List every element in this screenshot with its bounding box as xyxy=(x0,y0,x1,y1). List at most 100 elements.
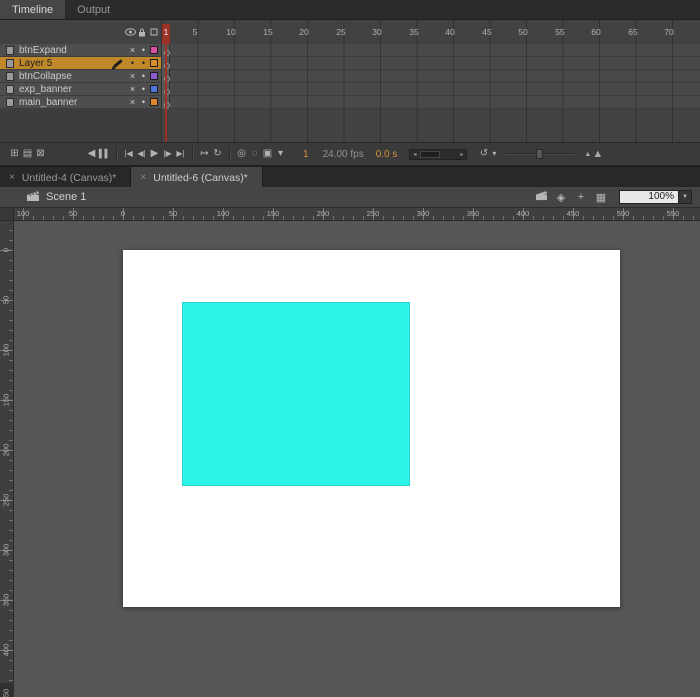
outline-all-layers-icon[interactable] xyxy=(148,28,160,36)
frame-number-label: 55 xyxy=(555,27,565,37)
center-frame-button[interactable]: ↦ xyxy=(198,143,211,165)
frame-rate-field[interactable]: 24.00 fps xyxy=(323,149,364,160)
go-to-first-frame-button[interactable]: |◀ xyxy=(122,143,135,165)
layer-row-btnCollapse[interactable]: btnCollapse × • xyxy=(0,70,162,83)
ruler-label: 250 xyxy=(366,209,380,218)
layer-color-swatch[interactable] xyxy=(150,85,158,93)
layer-visibility-toggle[interactable]: × xyxy=(127,45,138,55)
timeline-zoom-slider[interactable] xyxy=(506,147,575,161)
frame-number-label: 5 xyxy=(192,27,198,37)
frames-row[interactable] xyxy=(162,83,700,96)
tab-output[interactable]: Output xyxy=(65,0,122,19)
document-tab-untitled-6[interactable]: × Untitled-6 (Canvas)* xyxy=(131,167,263,188)
delete-layer-button[interactable]: ⊠ xyxy=(34,143,47,165)
layer-visibility-toggle[interactable]: • xyxy=(127,58,138,68)
new-folder-button[interactable]: ▤ xyxy=(21,143,34,165)
divider xyxy=(192,146,193,162)
layer-name[interactable]: Layer 5 xyxy=(19,58,113,69)
modify-markers-button[interactable]: ▾ xyxy=(274,143,287,165)
zoom-level-select[interactable]: 100% xyxy=(619,190,679,204)
scene-clapper-icon xyxy=(26,190,40,205)
scroll-right-icon[interactable]: ▸ xyxy=(457,151,466,158)
step-forward-button[interactable]: |▶ xyxy=(161,143,174,165)
show-hide-all-layers-icon[interactable] xyxy=(124,28,136,36)
layer-row-main-banner[interactable]: main_banner × • xyxy=(0,96,162,109)
scrollbar-thumb[interactable] xyxy=(420,150,441,158)
document-tab-untitled-4[interactable]: × Untitled-4 (Canvas)* xyxy=(0,167,132,188)
layer-visibility-toggle[interactable]: × xyxy=(127,84,138,94)
layer-lock-toggle[interactable]: • xyxy=(138,45,149,55)
layer-row-exp-banner[interactable]: exp_banner × • xyxy=(0,83,162,96)
frame-number-label: 10 xyxy=(226,27,236,37)
zoom-in-frames-icon[interactable]: ▲ xyxy=(592,148,603,160)
frame-ruler[interactable]: 1 5 10 15 20 25 30 35 40 45 50 55 60 65 … xyxy=(162,20,700,44)
loop-playback-button[interactable]: ↻ xyxy=(211,143,224,165)
frames-row[interactable] xyxy=(162,96,700,109)
ruler-label: 550 xyxy=(666,209,680,218)
reset-timeline-zoom-button[interactable]: ↺ xyxy=(477,143,490,165)
edit-multiple-frames-button[interactable]: ▣ xyxy=(261,143,274,165)
ruler-label: 400 xyxy=(516,209,530,218)
zoom-out-frames-icon[interactable]: ▲ xyxy=(584,151,591,158)
ruler-label: 100 xyxy=(1,343,11,357)
layer-name[interactable]: btnExpand xyxy=(19,45,127,56)
layer-row-btnExpand[interactable]: btnExpand × • xyxy=(0,44,162,57)
play-button[interactable]: ▶ xyxy=(148,143,161,165)
layer-color-swatch[interactable] xyxy=(150,98,158,106)
ruler-label: 50 xyxy=(68,209,78,218)
tab-timeline[interactable]: Timeline xyxy=(0,0,66,19)
onion-skin-button[interactable]: ◎ xyxy=(235,143,248,165)
new-layer-button[interactable]: ⊞ xyxy=(8,143,21,165)
layer-name[interactable]: exp_banner xyxy=(19,84,127,95)
frame-number-label: 1 xyxy=(163,27,169,37)
timeline-horizontal-scrollbar[interactable]: ◂ ▸ xyxy=(409,148,468,160)
frames-row[interactable] xyxy=(162,70,700,83)
step-back-button[interactable]: ◀| xyxy=(135,143,148,165)
close-tab-icon[interactable]: × xyxy=(9,172,15,183)
ruler-label: 400 xyxy=(1,643,11,657)
frames-empty-area xyxy=(162,109,700,142)
zoom-options-caret-icon[interactable]: ▾ xyxy=(490,143,498,165)
ruler-label: 200 xyxy=(1,443,11,457)
frames-row[interactable] xyxy=(162,44,700,57)
cyan-rectangle-shape[interactable] xyxy=(182,302,410,486)
frames-row[interactable] xyxy=(162,57,700,70)
scene-name[interactable]: Scene 1 xyxy=(46,191,86,203)
onion-skin-outlines-button[interactable]: ◌ xyxy=(248,143,261,165)
document-tab-bar: × Untitled-4 (Canvas)* × Untitled-6 (Can… xyxy=(0,166,700,188)
timeline-controls-bar: ⊞ ▤ ⊠ ◀ ▌▌ |◀ ◀| ▶ |▶ ▶| ↦ ↻ ◎ ◌ ▣ ▾ 1 2… xyxy=(0,142,700,166)
layer-visibility-toggle[interactable]: × xyxy=(127,71,138,81)
frame-number-label: 40 xyxy=(445,27,455,37)
layer-row-layer-5[interactable]: Layer 5 • • xyxy=(0,57,162,70)
current-frame-indicator: 1 xyxy=(303,148,309,160)
layer-lock-toggle[interactable]: • xyxy=(138,71,149,81)
ruler-label: 150 xyxy=(266,209,280,218)
clip-content-button[interactable]: ▦ xyxy=(591,191,611,204)
previous-keyframe-button[interactable]: ◀ xyxy=(85,143,98,165)
go-to-last-frame-button[interactable]: ▶| xyxy=(174,143,187,165)
ruler-label: 0 xyxy=(1,247,11,253)
lock-all-layers-icon[interactable] xyxy=(136,28,148,37)
zoom-slider-handle[interactable] xyxy=(536,149,544,159)
layer-name[interactable]: main_banner xyxy=(19,97,127,108)
layer-visibility-toggle[interactable]: × xyxy=(127,97,138,107)
elapsed-time-field[interactable]: 0.0 s xyxy=(376,149,398,160)
layer-name[interactable]: btnCollapse xyxy=(19,71,127,82)
layer-color-swatch[interactable] xyxy=(150,59,158,67)
edit-scene-button[interactable] xyxy=(531,190,551,204)
layer-column-headers xyxy=(0,20,162,44)
pause-button[interactable]: ▌▌ xyxy=(98,143,111,165)
layer-lock-toggle[interactable]: • xyxy=(138,84,149,94)
close-tab-icon[interactable]: × xyxy=(140,172,146,183)
edit-symbols-button[interactable]: ◈ xyxy=(551,191,571,204)
frame-number-label: 35 xyxy=(409,27,419,37)
layer-lock-toggle[interactable]: • xyxy=(138,58,149,68)
layer-color-swatch[interactable] xyxy=(150,46,158,54)
layer-lock-toggle[interactable]: • xyxy=(138,97,149,107)
zoom-dropdown-arrow-icon[interactable]: ▼ xyxy=(679,190,692,204)
scroll-left-icon[interactable]: ◂ xyxy=(410,151,419,158)
layer-color-swatch[interactable] xyxy=(150,72,158,80)
frame-number-label: 15 xyxy=(263,27,273,37)
layer-page-icon xyxy=(6,97,14,107)
center-stage-button[interactable]: + xyxy=(571,191,591,203)
